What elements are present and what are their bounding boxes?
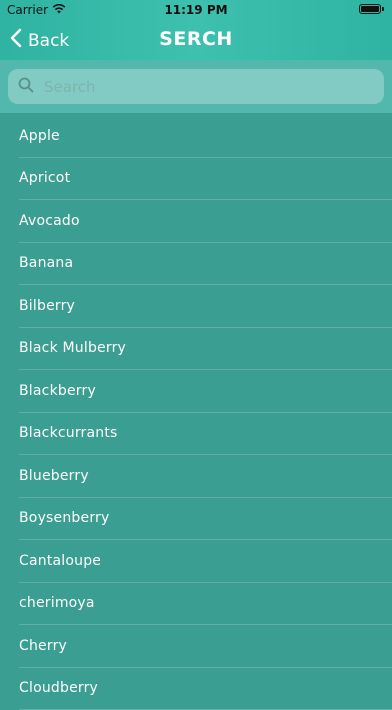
search-bar-container: [0, 60, 392, 113]
fruit-list: AppleApricotAvocadoBananaBilberryBlack M…: [0, 115, 392, 710]
list-item[interactable]: Avocado: [19, 200, 392, 243]
list-item[interactable]: Banana: [19, 243, 392, 286]
search-field[interactable]: [8, 69, 384, 104]
battery-icon: [359, 4, 381, 14]
list-item[interactable]: Apple: [19, 115, 392, 158]
list-item[interactable]: Apricot: [19, 158, 392, 201]
list-item[interactable]: Boysenberry: [19, 498, 392, 541]
list-item[interactable]: cherimoya: [19, 583, 392, 626]
list-item[interactable]: Black Mulberry: [19, 328, 392, 371]
navigation-bar: Back SERCH: [0, 22, 392, 60]
status-bar: Carrier 11:19 PM: [0, 0, 392, 22]
search-input[interactable]: [42, 77, 366, 97]
list-item[interactable]: Cloudberry: [19, 668, 392, 710]
list-item[interactable]: Blackberry: [19, 370, 392, 413]
list-item[interactable]: Cantaloupe: [19, 540, 392, 583]
list-item[interactable]: Blueberry: [19, 455, 392, 498]
list-item[interactable]: Cherry: [19, 625, 392, 668]
page-title: SERCH: [0, 28, 392, 50]
status-time: 11:19 PM: [0, 3, 392, 17]
list-item[interactable]: Blackcurrants: [19, 413, 392, 456]
search-icon: [18, 77, 34, 97]
list-item[interactable]: Bilberry: [19, 285, 392, 328]
